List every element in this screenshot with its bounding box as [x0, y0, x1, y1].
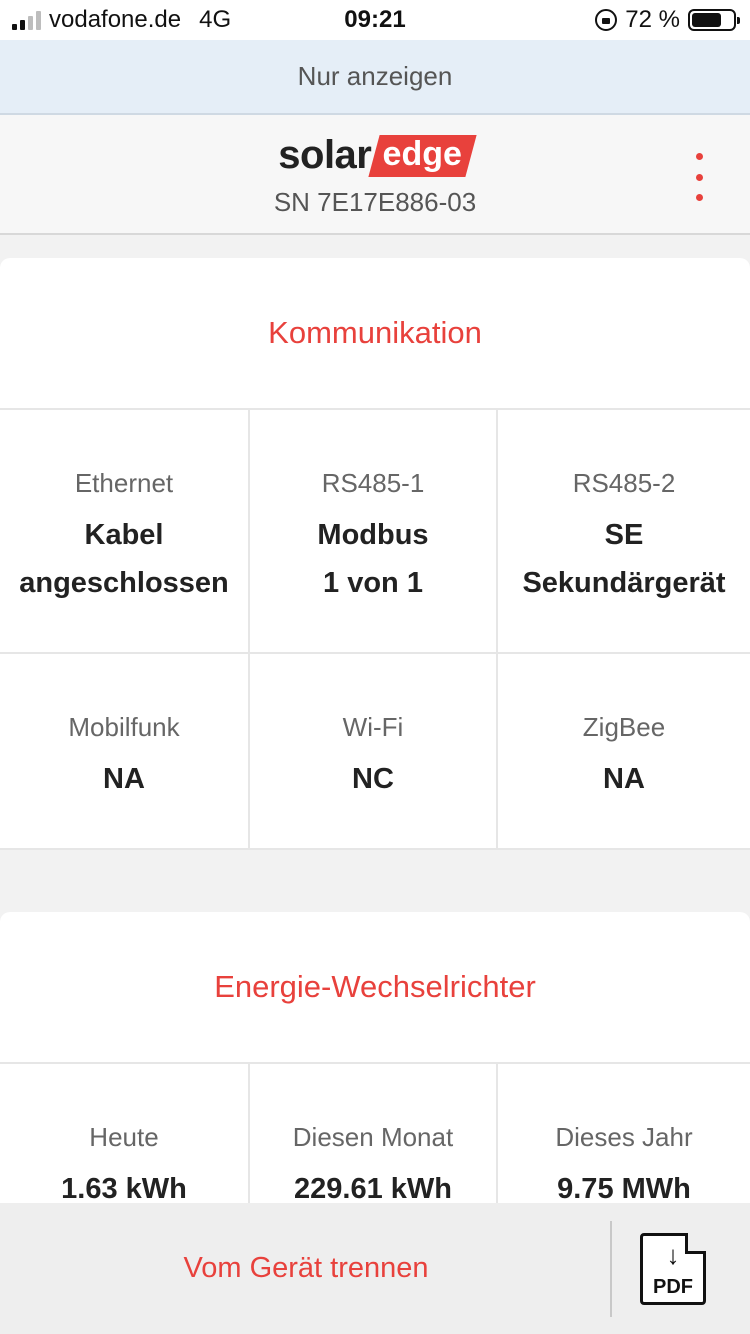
communication-title: Kommunikation	[0, 258, 750, 410]
comm-label: ZigBee	[582, 712, 666, 742]
divider	[610, 1221, 612, 1317]
comm-cell-rs485-2[interactable]: RS485-2 SE Sekundärgerät	[498, 410, 750, 654]
comm-label: RS485-2	[572, 468, 676, 498]
serial-number: SN 7E17E886-03	[273, 187, 477, 217]
comm-value: angeschlossen	[19, 567, 229, 599]
more-vertical-icon[interactable]	[692, 153, 706, 201]
energy-cell-today[interactable]: Heute 1.63 kWh	[0, 1064, 250, 1212]
download-arrow-icon: ↓	[666, 1240, 680, 1270]
communication-card: Kommunikation Ethernet Kabel angeschloss…	[0, 258, 750, 850]
comm-value: NA	[103, 763, 145, 795]
comm-value: NC	[352, 763, 394, 795]
bottom-bar: Vom Gerät trennen ↓ PDF	[0, 1203, 750, 1334]
comm-label: Wi-Fi	[342, 712, 404, 742]
pdf-download-button[interactable]: ↓ PDF	[640, 1233, 706, 1305]
comm-cell-wifi[interactable]: Wi-Fi NC	[250, 654, 498, 850]
comm-cell-mobilfunk[interactable]: Mobilfunk NA	[0, 654, 250, 850]
energy-cell-month[interactable]: Diesen Monat 229.61 kWh	[250, 1064, 498, 1212]
status-right: 72 %	[595, 6, 740, 34]
energy-label: Dieses Jahr	[555, 1122, 693, 1152]
lock-rotation-icon	[595, 9, 618, 31]
comm-cell-ethernet[interactable]: Ethernet Kabel angeschlossen	[0, 410, 250, 654]
communication-grid: Ethernet Kabel angeschlossen RS485-1 Mod…	[0, 410, 750, 850]
energy-label: Heute	[89, 1122, 159, 1152]
energy-card: Energie-Wechselrichter Heute 1.63 kWh Di…	[0, 912, 750, 1212]
comm-label: RS485-1	[321, 468, 425, 498]
comm-value: 1 von 1	[323, 567, 423, 599]
disconnect-button[interactable]: Vom Gerät trennen	[0, 1203, 612, 1334]
energy-cell-year[interactable]: Dieses Jahr 9.75 MWh	[498, 1064, 750, 1212]
comm-label: Mobilfunk	[68, 712, 180, 742]
comm-cell-zigbee[interactable]: ZigBee NA	[498, 654, 750, 850]
comm-label: Ethernet	[74, 468, 174, 498]
battery-percent: 72 %	[625, 6, 680, 33]
energy-grid: Heute 1.63 kWh Diesen Monat 229.61 kWh D…	[0, 1064, 750, 1212]
comm-cell-rs485-1[interactable]: RS485-1 Modbus 1 von 1	[250, 410, 498, 654]
energy-title: Energie-Wechselrichter	[0, 912, 750, 1064]
logo-edge-text: edge	[382, 134, 463, 173]
logo-edge-badge: edge	[368, 134, 478, 177]
pdf-label: PDF	[653, 1276, 693, 1298]
status-bar: vodafone.de 4G 09:21 72 %	[0, 0, 750, 40]
comm-value: Modbus	[317, 519, 429, 551]
comm-value: Sekundärgerät	[522, 567, 726, 599]
comm-value: SE	[604, 519, 644, 551]
battery-icon	[688, 9, 740, 31]
device-header: solar edge SN 7E17E886-03	[0, 115, 750, 235]
pdf-download-icon: ↓ PDF	[640, 1233, 706, 1305]
comm-value: Kabel	[84, 519, 164, 551]
solaredge-logo: solar edge	[0, 133, 750, 178]
energy-label: Diesen Monat	[292, 1122, 454, 1152]
battery-fill	[692, 13, 721, 27]
view-only-banner: Nur anzeigen	[0, 40, 750, 115]
logo-solar-text: solar	[278, 133, 372, 177]
comm-value: NA	[603, 763, 645, 795]
